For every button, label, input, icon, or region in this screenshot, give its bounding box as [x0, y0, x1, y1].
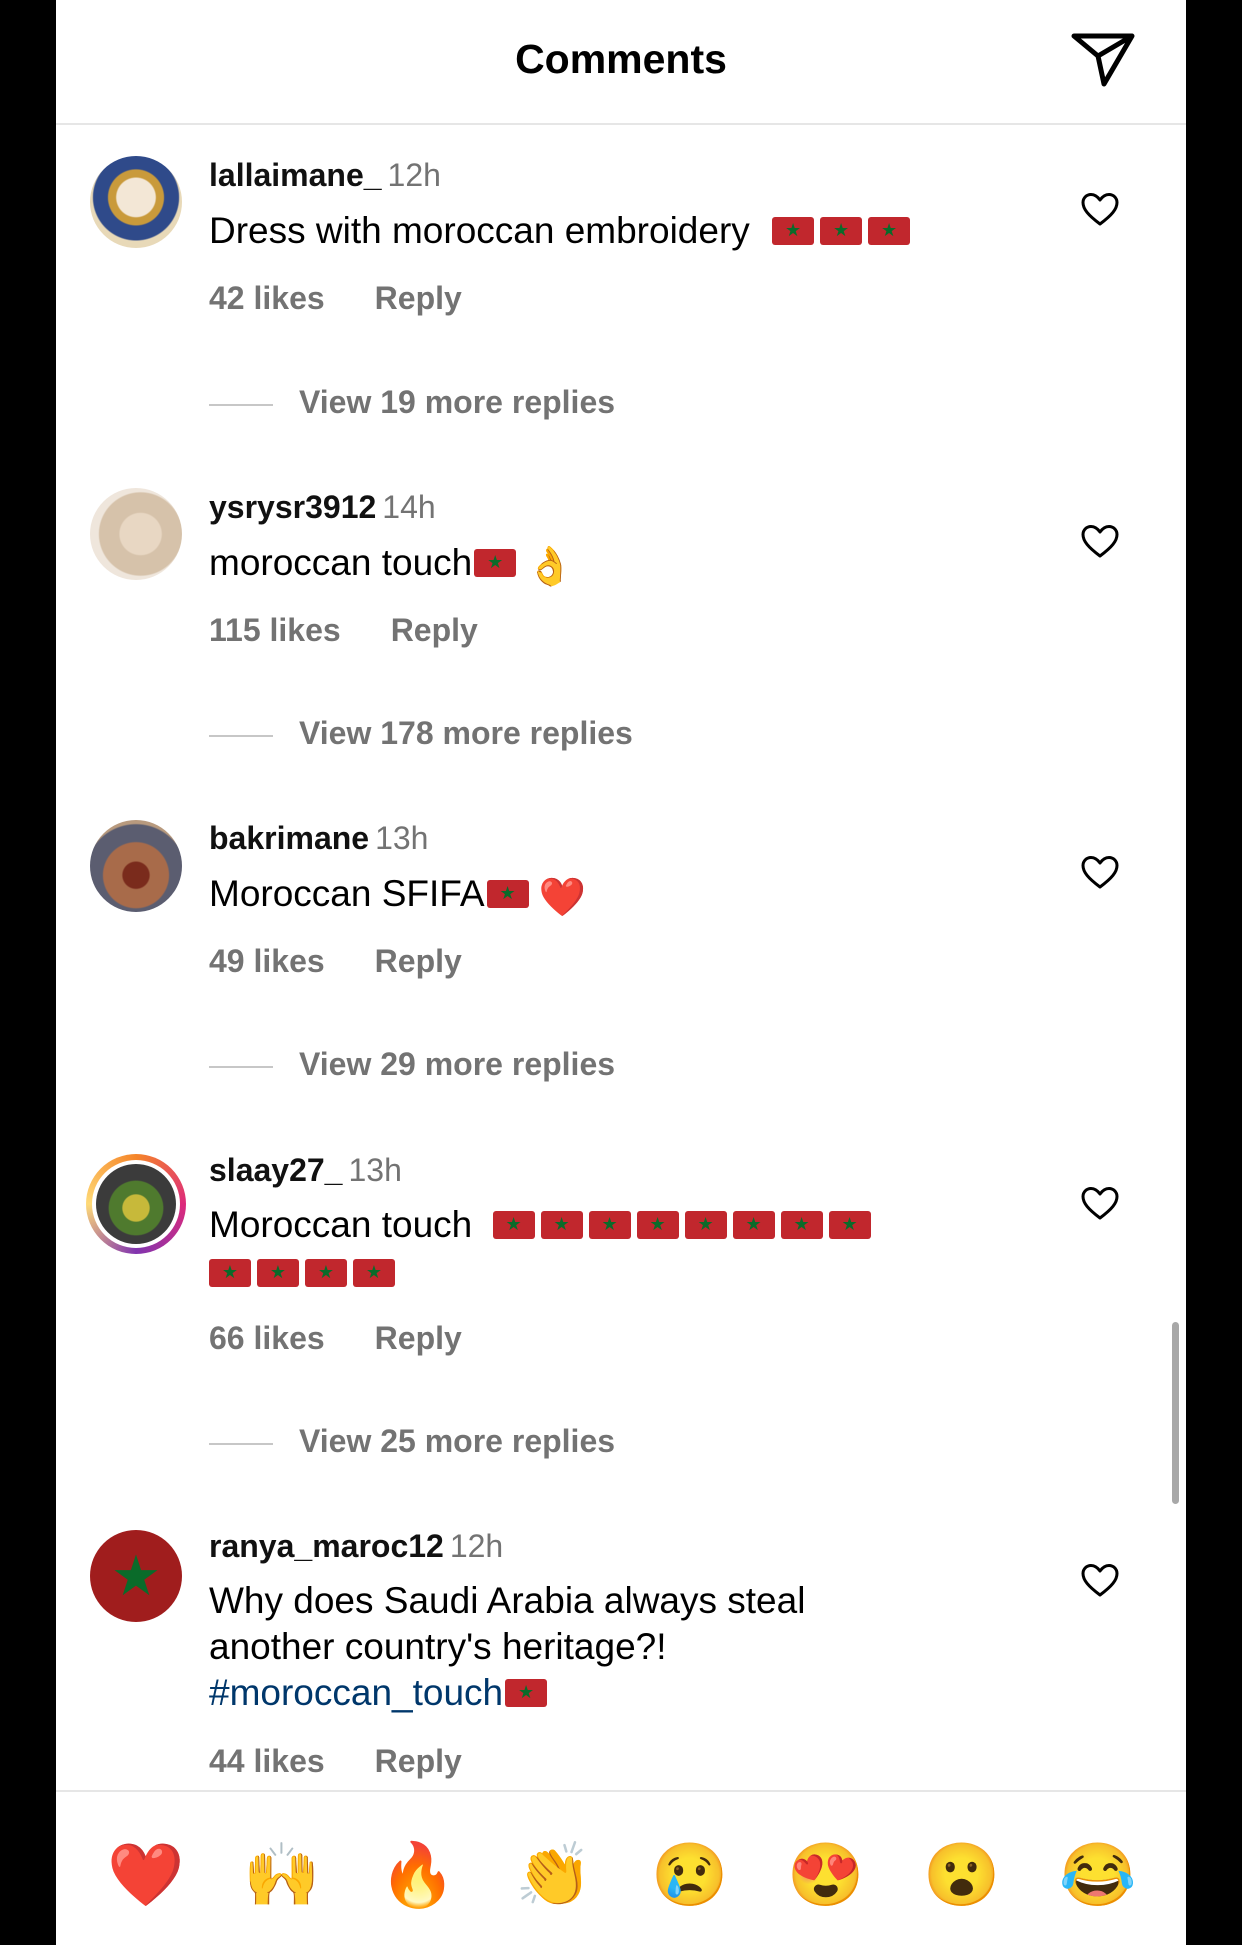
username[interactable]: slaay27_: [209, 1152, 342, 1188]
morocco-flag-icon: [486, 880, 529, 908]
flag-emojis: [772, 210, 916, 251]
view-replies-button[interactable]: View 19 more replies: [209, 384, 615, 421]
likes-count[interactable]: 49 likes: [209, 943, 325, 979]
divider: [209, 734, 273, 737]
tears-of-joy-icon[interactable]: 😂: [1058, 1836, 1138, 1916]
morocco-flag-icon: [353, 1259, 395, 1287]
fire-icon[interactable]: 🔥: [378, 1836, 458, 1916]
morocco-flag-icon: [636, 1211, 679, 1239]
flag-emojis: [492, 1204, 877, 1245]
comment-time: 13h: [348, 1152, 402, 1188]
morocco-flag-icon: [820, 217, 863, 245]
username[interactable]: ranya_maroc12: [209, 1528, 444, 1564]
divider: [209, 1065, 273, 1068]
scrollbar[interactable]: [1172, 1322, 1179, 1504]
morocco-flag-icon: [505, 1679, 548, 1707]
avatar[interactable]: [90, 820, 182, 912]
comment-time: 12h: [449, 1528, 504, 1564]
heart-eyes-icon[interactable]: 😍: [786, 1836, 866, 1916]
morocco-flag-icon: [492, 1211, 535, 1239]
username[interactable]: ysrysr3912: [209, 489, 376, 525]
likes-count[interactable]: 115 likes: [209, 612, 341, 648]
likes-count[interactable]: 44 likes: [209, 1743, 325, 1779]
morocco-flag-icon: [474, 549, 517, 577]
username[interactable]: lallaimane_: [209, 157, 382, 193]
hashtag-link[interactable]: #moroccan_touch: [209, 1672, 503, 1713]
divider: [209, 1442, 273, 1445]
morocco-flag-icon: [828, 1211, 871, 1239]
comment-time: 12h: [387, 157, 441, 193]
heart-icon[interactable]: [1080, 853, 1120, 893]
surprised-face-icon[interactable]: 😮: [922, 1836, 1002, 1916]
comment-text: Dress with moroccan embroidery: [209, 210, 750, 251]
send-icon[interactable]: [1070, 30, 1136, 88]
reply-button[interactable]: Reply: [391, 612, 478, 648]
red-heart-icon[interactable]: ❤️: [106, 1836, 186, 1916]
clapping-hands-icon[interactable]: 👏: [514, 1836, 594, 1916]
avatar[interactable]: [90, 488, 182, 580]
raising-hands-icon[interactable]: 🙌: [242, 1836, 322, 1916]
avatar[interactable]: ★: [90, 1530, 182, 1622]
morocco-flag-icon: [780, 1211, 823, 1239]
divider: [209, 403, 273, 406]
morocco-flag-icon: [588, 1211, 631, 1239]
morocco-flag-icon: [257, 1259, 299, 1287]
ok-hand-icon: 👌: [526, 546, 574, 588]
heart-icon[interactable]: [1080, 190, 1120, 230]
morocco-flag-icon: [772, 217, 815, 245]
reply-button[interactable]: Reply: [375, 1743, 462, 1779]
avatar[interactable]: [90, 156, 182, 248]
likes-count[interactable]: 42 likes: [209, 280, 325, 316]
avatar[interactable]: [86, 1154, 186, 1254]
likes-count[interactable]: 66 likes: [209, 1320, 325, 1356]
morocco-flag-icon: [305, 1259, 347, 1287]
view-replies-button[interactable]: View 178 more replies: [209, 715, 633, 752]
username[interactable]: bakrimane: [209, 820, 369, 856]
comment-text: Moroccan SFIFA: [209, 873, 485, 914]
heart-icon[interactable]: [1080, 522, 1120, 562]
quick-reactions-bar: ❤️ 🙌 🔥 👏 😢 😍 😮 😂: [56, 1790, 1186, 1945]
flag-emojis: [209, 1250, 1069, 1296]
star-icon: ★: [110, 1544, 162, 1607]
morocco-flag-icon: [684, 1211, 727, 1239]
comment-time: 14h: [382, 489, 436, 525]
reply-button[interactable]: Reply: [375, 1320, 462, 1356]
comment-text: Moroccan touch: [209, 1204, 473, 1245]
comment-text: moroccan touch: [209, 542, 473, 583]
reply-button[interactable]: Reply: [375, 943, 462, 979]
comment-time: 13h: [375, 820, 429, 856]
morocco-flag-icon: [209, 1259, 251, 1287]
view-replies-button[interactable]: View 25 more replies: [209, 1423, 615, 1460]
view-replies-button[interactable]: View 29 more replies: [209, 1046, 615, 1083]
reply-button[interactable]: Reply: [375, 280, 462, 316]
morocco-flag-icon: [540, 1211, 583, 1239]
morocco-flag-icon: [732, 1211, 775, 1239]
heart-icon[interactable]: [1080, 1561, 1120, 1601]
crying-face-icon[interactable]: 😢: [650, 1836, 730, 1916]
comment-text: Why does Saudi Arabia always steal: [209, 1580, 806, 1621]
comment-text: another country's heritage?!: [209, 1626, 667, 1667]
comments-screen: Comments lallaimane_ 12h Dress with moroc…: [56, 0, 1186, 1945]
page-title: Comments: [515, 36, 727, 82]
comments-header: Comments: [56, 0, 1186, 125]
morocco-flag-icon: [868, 217, 911, 245]
heart-icon[interactable]: [1080, 1184, 1120, 1224]
heart-emoji-icon: ❤️: [538, 877, 586, 919]
